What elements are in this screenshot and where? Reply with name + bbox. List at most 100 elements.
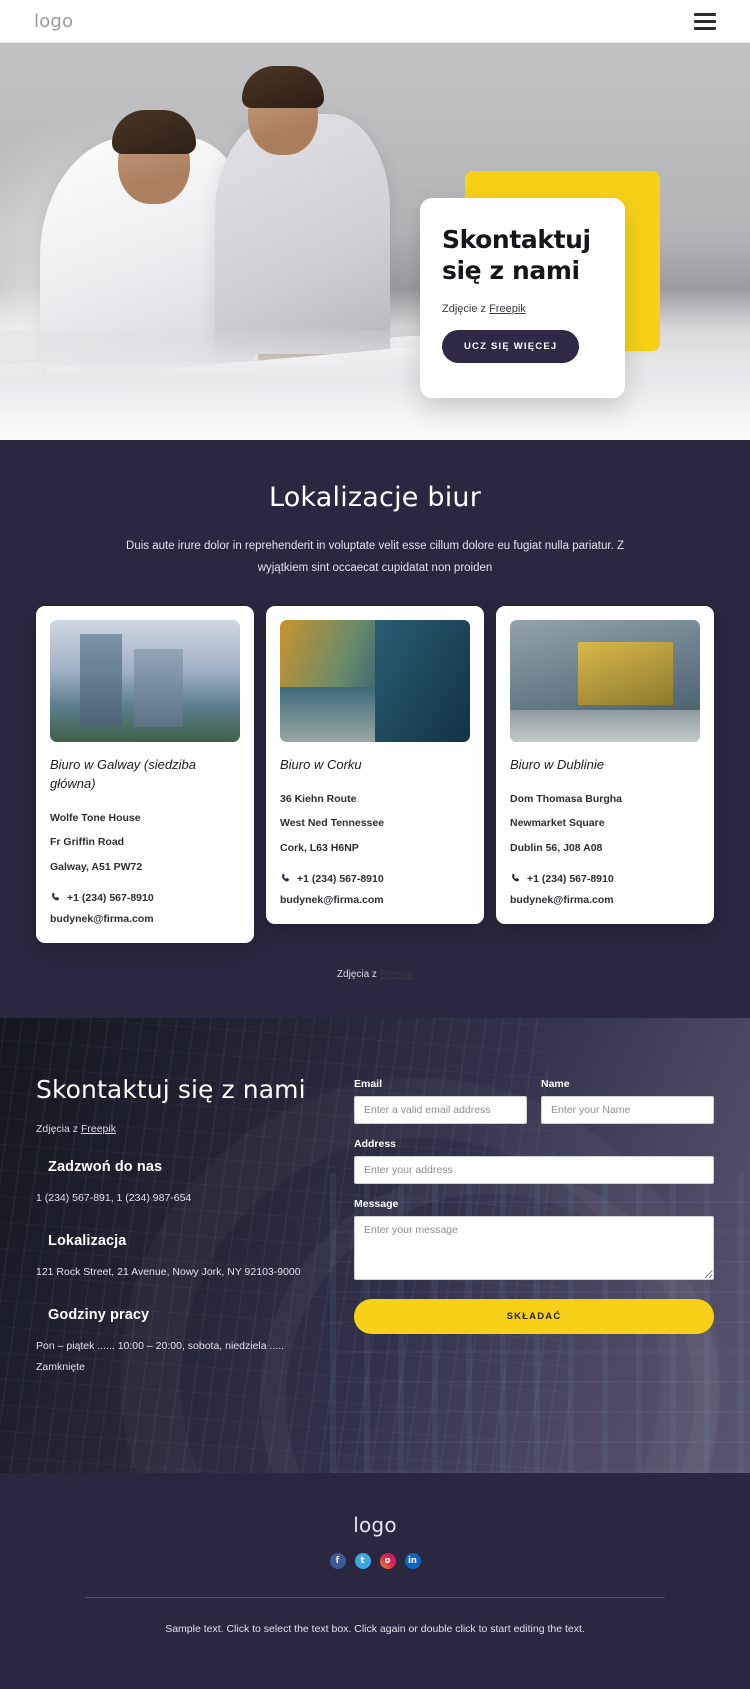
- contact-block-text: 121 Rock Street, 21 Avenue, Nowy Jork, N…: [36, 1265, 301, 1278]
- burger-line: [694, 12, 716, 16]
- laptop: [0, 378, 58, 430]
- social-links: f t o in: [0, 1552, 750, 1569]
- page-root: logo Skontaktuj się z nami Zdjęcie z Fre…: [0, 0, 750, 1674]
- person-seated-hair: [112, 110, 196, 154]
- office-contact: +1 (234) 567-8910 budynek@firma.com: [280, 873, 470, 906]
- site-logo[interactable]: logo: [34, 11, 73, 32]
- office-contact: +1 (234) 567-8910 budynek@firma.com: [50, 892, 240, 925]
- address-line: Cork, L63 H6NP: [280, 842, 359, 855]
- office-card[interactable]: Biuro w Corku 36 Kiehn Route West Ned Te…: [266, 605, 484, 924]
- contact-block-heading: Godziny pracy: [48, 1306, 150, 1323]
- hero-credit-prefix: Zdjęcie z: [442, 303, 490, 315]
- address-line: 36 Kiehn Route: [280, 792, 357, 805]
- hero-title: Skontaktuj się z nami: [442, 225, 591, 285]
- address-line: Dublin 56, J08 A08: [510, 842, 603, 855]
- contact-info-column: Skontaktuj się z nami Zdjęcia z Freepik …: [36, 1052, 336, 1433]
- email-input[interactable]: [354, 1095, 527, 1124]
- phone-icon: [511, 873, 520, 882]
- office-address: Wolfe Tone House Fr Griffin Road Galway,…: [50, 806, 240, 880]
- linkedin-icon[interactable]: in: [404, 1552, 421, 1569]
- name-input[interactable]: [541, 1095, 714, 1124]
- office-card[interactable]: Biuro w Galway (siedziba główna) Wolfe T…: [36, 605, 254, 943]
- contact-block-heading: Zadzwoń do nas: [48, 1158, 163, 1175]
- contact-title: Skontaktuj się z nami: [36, 1074, 306, 1104]
- hero-cta-button[interactable]: UCZ SIĘ WIĘCEJ: [442, 330, 580, 363]
- hero-card: Skontaktuj się z nami Zdjęcie z Freepik …: [420, 198, 625, 398]
- hero-credit-link[interactable]: Freepik: [489, 303, 526, 315]
- footer-sample-text[interactable]: Sample text. Click to select the text bo…: [140, 1620, 610, 1640]
- contact-form: Email Name Address Message SKŁADAĆ: [354, 1052, 714, 1433]
- contact-block-call: Zadzwoń do nas 1 (234) 567-891, 1 (234) …: [36, 1159, 336, 1209]
- locations-credit-link[interactable]: Freepik: [380, 969, 413, 980]
- contact-block-hours: Godziny pracy Pon – piątek ...... 10:00 …: [36, 1307, 336, 1378]
- field-address: Address: [354, 1138, 714, 1184]
- address-line: Fr Griffin Road: [50, 836, 125, 849]
- top-navbar: logo: [0, 0, 750, 43]
- address-line: Newmarket Square: [510, 817, 605, 830]
- office-title: Biuro w Galway (siedziba główna): [50, 756, 196, 791]
- office-photo: [280, 619, 470, 742]
- footer-logo[interactable]: logo: [0, 1513, 750, 1537]
- twitter-icon[interactable]: t: [354, 1552, 371, 1569]
- office-phone: +1 (234) 567-8910: [297, 872, 384, 885]
- phone-icon: [281, 873, 290, 882]
- person-standing-hair: [242, 66, 324, 108]
- blueprint-papers: [160, 342, 460, 436]
- address-label: Address: [354, 1137, 397, 1150]
- office-title: Biuro w Corku: [280, 756, 362, 772]
- contact-credit-prefix: Zdjęcia z: [36, 1122, 81, 1135]
- hero-section: Skontaktuj się z nami Zdjęcie z Freepik …: [0, 43, 750, 440]
- office-phone: +1 (234) 567-8910: [527, 872, 614, 885]
- hero-photo-credit: Zdjęcie z Freepik: [442, 303, 603, 315]
- burger-line: [694, 19, 716, 23]
- burger-line: [694, 26, 716, 30]
- footer: logo f t o in Sample text. Click to sele…: [0, 1472, 750, 1674]
- office-cards-list: Biuro w Galway (siedziba główna) Wolfe T…: [0, 605, 750, 943]
- person-standing: [215, 114, 390, 354]
- coffee-cup: [45, 366, 81, 394]
- email-label: Email: [354, 1077, 383, 1090]
- office-phone-row[interactable]: +1 (234) 567-8910: [50, 892, 240, 904]
- office-email[interactable]: budynek@firma.com: [50, 913, 240, 925]
- address-line: Galway, A51 PW72: [50, 860, 143, 873]
- footer-divider: [85, 1596, 665, 1598]
- address-line: Wolfe Tone House: [50, 811, 141, 824]
- locations-photo-credit: Zdjęcia z Freepik: [0, 969, 750, 980]
- office-photo: [510, 619, 700, 742]
- locations-title: Lokalizacje biur: [268, 482, 482, 513]
- office-email[interactable]: budynek@firma.com: [280, 894, 470, 906]
- submit-button[interactable]: SKŁADAĆ: [354, 1298, 714, 1334]
- field-name: Name: [541, 1078, 714, 1124]
- contact-block-location: Lokalizacja 121 Rock Street, 21 Avenue, …: [36, 1233, 336, 1283]
- contact-photo-credit: Zdjęcia z Freepik: [36, 1123, 336, 1135]
- message-label: Message: [354, 1197, 399, 1210]
- office-photo: [50, 619, 240, 742]
- message-textarea[interactable]: [354, 1215, 714, 1280]
- contact-block-heading: Lokalizacja: [48, 1232, 127, 1249]
- address-line: West Ned Tennessee: [280, 817, 385, 830]
- office-phone-row[interactable]: +1 (234) 567-8910: [510, 873, 700, 885]
- contact-block-text: Pon – piątek ...... 10:00 – 20:00, sobot…: [36, 1339, 285, 1373]
- field-message: Message: [354, 1198, 714, 1285]
- office-contact: +1 (234) 567-8910 budynek@firma.com: [510, 873, 700, 906]
- person-standing-trousers: [258, 330, 368, 430]
- office-address: 36 Kiehn Route West Ned Tennessee Cork, …: [280, 787, 470, 861]
- form-row-email-name: Email Name: [354, 1078, 714, 1138]
- address-line: Dom Thomasa Burgha: [510, 792, 623, 805]
- field-email: Email: [354, 1078, 527, 1124]
- office-card[interactable]: Biuro w Dublinie Dom Thomasa Burgha Newm…: [496, 605, 714, 924]
- address-input[interactable]: [354, 1155, 714, 1184]
- office-phone: +1 (234) 567-8910: [67, 891, 154, 904]
- contact-block-text: 1 (234) 567-891, 1 (234) 987-654: [36, 1191, 192, 1204]
- locations-subtitle: Duis aute irure dolor in reprehenderit i…: [126, 540, 624, 575]
- office-email[interactable]: budynek@firma.com: [510, 894, 700, 906]
- phone-icon: [51, 892, 60, 901]
- facebook-icon[interactable]: f: [329, 1552, 346, 1569]
- contact-credit-link[interactable]: Freepik: [81, 1123, 116, 1135]
- office-phone-row[interactable]: +1 (234) 567-8910: [280, 873, 470, 885]
- hamburger-menu-icon[interactable]: [694, 12, 716, 30]
- office-address: Dom Thomasa Burgha Newmarket Square Dubl…: [510, 787, 700, 861]
- instagram-icon[interactable]: o: [379, 1552, 396, 1569]
- locations-credit-prefix: Zdjęcia z: [336, 968, 380, 980]
- name-label: Name: [541, 1077, 570, 1090]
